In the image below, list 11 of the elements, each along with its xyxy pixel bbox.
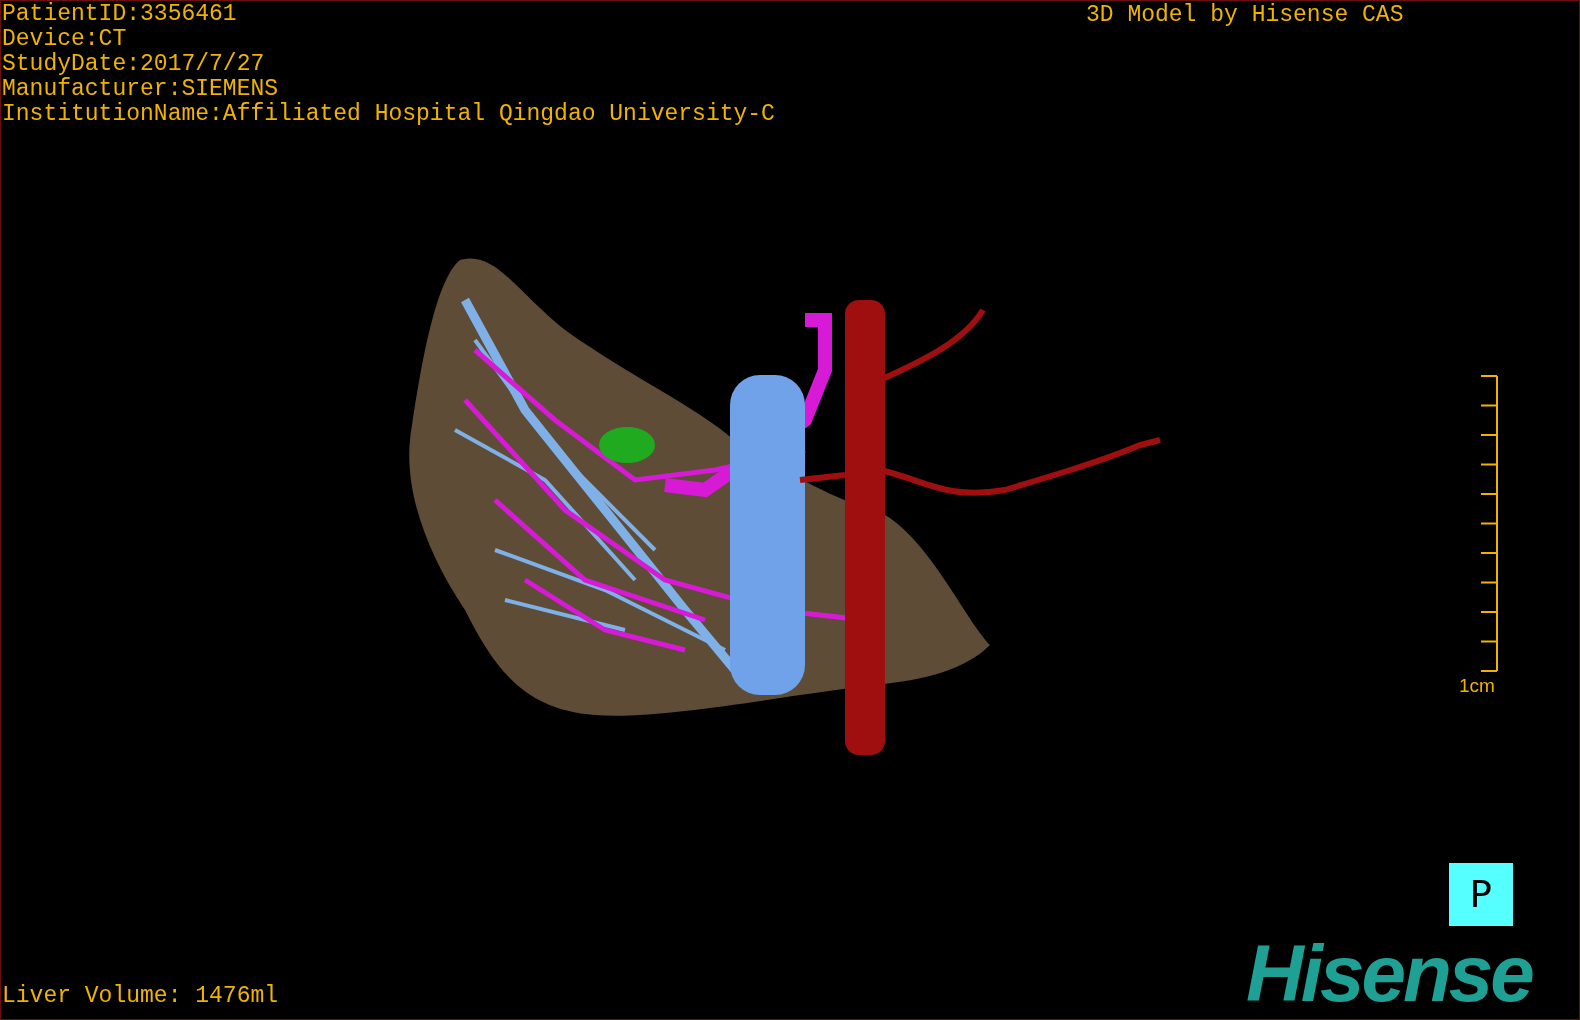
patient-info-text: Manufacturer:SIEMENS [2,77,280,102]
brand-logo: Hisense [1246,938,1532,1010]
patient-info-text: Device:CT [2,27,128,52]
patient-info-text: InstitutionName:Affiliated Hospital Qingdao University-C [2,102,775,127]
scale-bar-icon [1480,374,1500,674]
patient-info-text: StudyDate:2017/7/27 [2,52,266,77]
credit-text: 3D Model by Hisense CAS [1086,3,1404,28]
liver-volume-text: Liver Volume: 1476ml [2,984,279,1009]
patient-info-text: PatientID:3356461 [2,2,238,27]
scale-label: 1cm [1459,676,1495,696]
orientation-marker: P [1449,863,1513,926]
